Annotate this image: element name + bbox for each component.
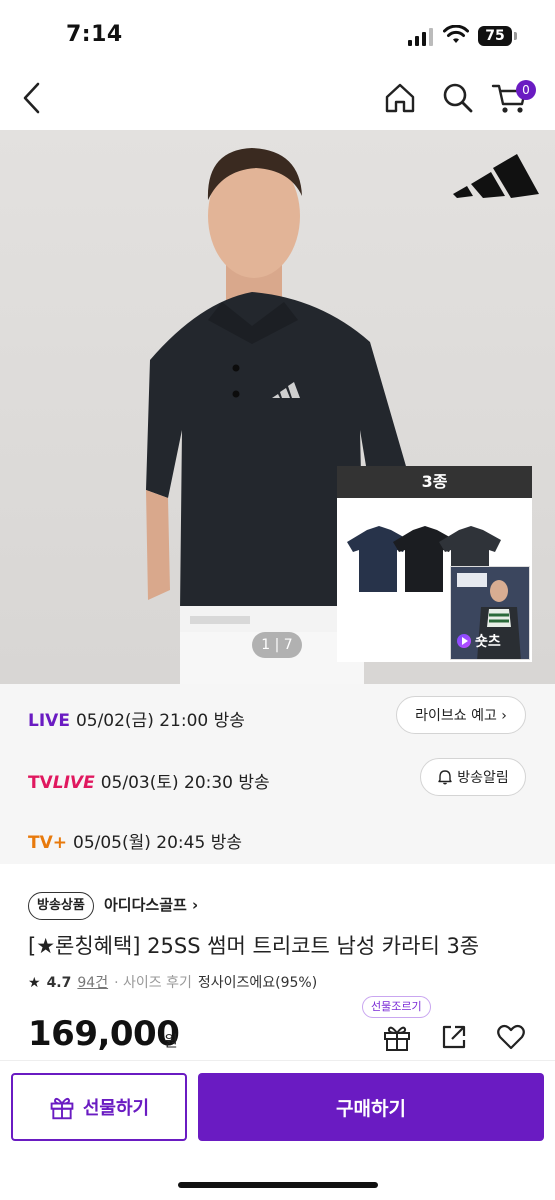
star-icon: ★ [28, 975, 41, 991]
channel-tag: LIVE [28, 711, 70, 731]
schedule-row-tvlive: TVLIVE 05/03(토) 20:30 방송 [28, 768, 270, 793]
cart-count-badge: 0 [516, 80, 536, 100]
rating-value: 4.7 [46, 975, 72, 991]
gift-button-label: 선물하기 [82, 1098, 150, 1119]
review-count-link[interactable]: 94건 [77, 972, 108, 992]
gift-button[interactable]: 선물하기 [11, 1073, 187, 1141]
back-arrow-icon[interactable] [12, 78, 52, 118]
status-time: 7:14 [66, 22, 123, 47]
home-icon[interactable] [380, 78, 420, 118]
adidas-logo [453, 154, 539, 198]
live-preview-button[interactable]: 라이브쇼 예고 › [396, 696, 526, 734]
image-counter: 1 | 7 [252, 632, 302, 658]
price: 169,000 [28, 1014, 180, 1054]
share-icon[interactable] [437, 1020, 471, 1054]
brand-link[interactable]: 아디다스골프 › [104, 894, 198, 915]
channel-tag: TVLIVE [28, 773, 95, 793]
status-bar: 7:14 75 [0, 0, 555, 62]
schedule-row-live: LIVE 05/02(금) 21:00 방송 [28, 706, 245, 731]
broadcast-product-badge: 방송상품 [28, 892, 94, 920]
top-nav-bar [0, 62, 555, 130]
buy-button-label: 구매하기 [336, 1097, 406, 1120]
battery-icon: 75 [478, 26, 518, 46]
variant-count-label: 3종 [337, 466, 532, 498]
home-indicator [178, 1182, 378, 1188]
play-icon [457, 634, 471, 648]
shorts-label: 숏츠 [457, 631, 501, 651]
search-icon[interactable] [438, 78, 478, 118]
size-review-label: · 사이즈 후기 [114, 975, 192, 991]
bell-icon [438, 770, 452, 785]
schedule-row-tvplus: TV+ 05/05(월) 20:45 방송 [28, 828, 242, 853]
schedule-time: 05/02(금) 21:00 방송 [75, 711, 245, 731]
cellular-signal-icon [408, 28, 433, 46]
rating-row: ★ 4.7 94건 · 사이즈 후기 정사이즈에요(95%) [28, 972, 317, 992]
gift-request-tooltip: 선물조르기 [362, 996, 431, 1018]
schedule-time: 05/05(월) 20:45 방송 [73, 833, 242, 853]
price-unit: 원 [164, 1032, 178, 1050]
schedule-time: 05/03(토) 20:30 방송 [100, 773, 270, 793]
battery-level: 75 [478, 26, 512, 46]
size-review-value: 정사이즈에요(95%) [197, 975, 318, 991]
channel-tag: TV+ [28, 833, 67, 853]
wishlist-heart-icon[interactable] [494, 1020, 528, 1054]
wifi-icon [443, 25, 469, 43]
buy-button[interactable]: 구매하기 [198, 1073, 544, 1141]
shorts-video-thumbnail[interactable]: 숏츠 [450, 566, 530, 660]
broadcast-alarm-button[interactable]: 방송알림 [420, 758, 526, 796]
gift-request-icon[interactable] [380, 1020, 414, 1054]
product-title: [★론칭혜택] 25SS 썸머 트리코트 남성 카라티 3종 [28, 934, 480, 958]
gift-icon [50, 1097, 74, 1120]
